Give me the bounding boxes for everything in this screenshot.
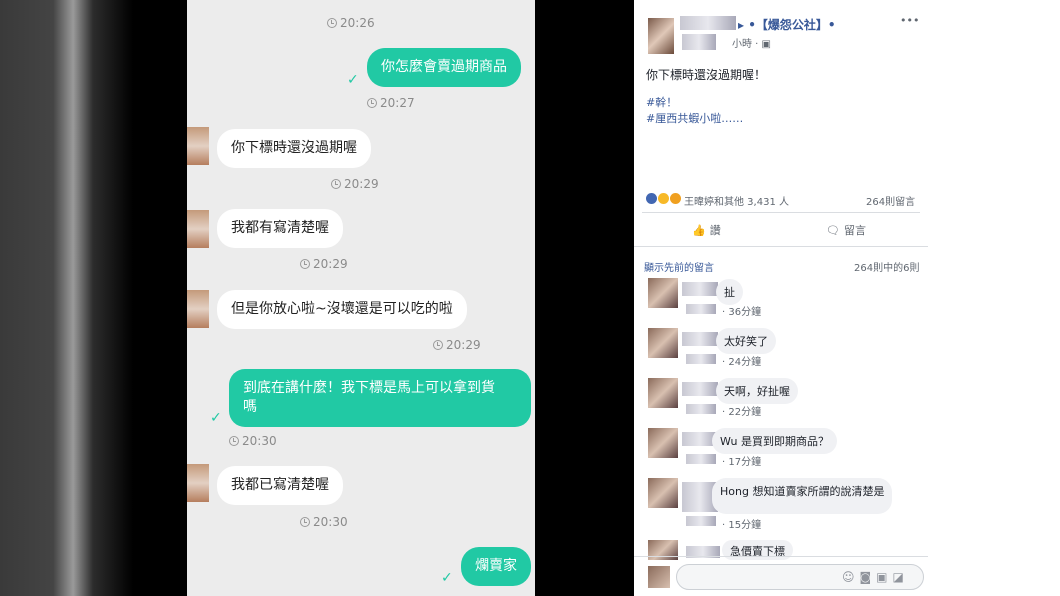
avatar — [187, 290, 209, 328]
clock-icon — [229, 436, 239, 446]
divider — [642, 212, 920, 213]
wow-reaction-icon — [670, 193, 681, 204]
timestamp: 20:30 — [229, 434, 277, 448]
emoji-icon[interactable]: ☺ — [842, 570, 855, 584]
comment-button[interactable]: 🗨 留言 — [826, 222, 866, 238]
blurred-name — [686, 454, 716, 464]
chat-screenshot: 20:26 你怎麼會賣過期商品 ✓ 20:27 你下標時還沒過期喔 20:29 … — [187, 0, 535, 596]
blurred-name — [686, 516, 716, 526]
clock-icon — [300, 517, 310, 527]
hashtag[interactable]: #厘西共蝦小啦…… — [646, 110, 743, 126]
incoming-message: 但是你放心啦~沒壞還是可以吃的啦 — [217, 290, 467, 329]
speech-bubble-icon: 🗨 — [826, 223, 840, 237]
poster-avatar — [648, 18, 674, 54]
avatar — [187, 127, 209, 165]
clock-icon — [327, 18, 337, 28]
post-text: 你下標時還沒過期喔！ — [646, 68, 767, 82]
blurred-background-left — [0, 0, 133, 596]
comment-time: · 22分鐘 — [722, 407, 762, 418]
reactions-summary[interactable]: 王暐婷和其他 3,431 人 — [684, 193, 789, 208]
commenter-avatar — [648, 328, 678, 358]
comment-input-icons: ☺ ◙ ▣ ◪ — [842, 570, 904, 584]
background-right — [928, 0, 1060, 596]
comment-time: · 36分鐘 — [722, 307, 762, 318]
timestamp: 20:27 — [367, 96, 415, 110]
clock-icon — [300, 259, 310, 269]
read-check-icon: ✓ — [210, 410, 222, 426]
blurred-name — [682, 282, 718, 296]
reaction-icons[interactable] — [646, 193, 681, 204]
gif-icon[interactable]: ▣ — [876, 570, 887, 584]
haha-reaction-icon — [658, 193, 669, 204]
post-meta: 小時 · ▣ — [732, 39, 771, 50]
read-check-icon: ✓ — [347, 72, 359, 88]
sticker-icon[interactable]: ◪ — [893, 570, 904, 584]
like-button[interactable]: 👍 讚 — [692, 222, 721, 238]
comment-time: · 24分鐘 — [722, 357, 762, 368]
avatar — [187, 210, 209, 248]
outgoing-message: 你怎麼會賣過期商品 — [367, 48, 521, 87]
camera-icon[interactable]: ◙ — [860, 570, 872, 584]
timestamp: 20:29 — [433, 338, 481, 352]
comments-count[interactable]: 264則留言 — [866, 193, 915, 208]
timestamp: 20:29 — [300, 257, 348, 271]
divider — [634, 246, 928, 247]
my-avatar — [648, 566, 670, 588]
incoming-message: 我都已寫清楚喔 — [217, 466, 343, 505]
comment-bubble: Wu 是買到即期商品？ — [712, 428, 837, 454]
avatar — [187, 464, 209, 502]
more-options-icon[interactable]: ••• — [900, 14, 919, 27]
comment-time: · 17分鐘 — [722, 457, 762, 468]
like-reaction-icon — [646, 193, 657, 204]
blurred-name — [686, 354, 716, 364]
comment-bubble: 太好笑了 — [716, 328, 776, 354]
black-divider — [535, 0, 634, 596]
clock-icon — [433, 340, 443, 350]
read-check-icon: ✓ — [441, 570, 453, 586]
divider — [634, 556, 928, 557]
thumbs-up-icon: 👍 — [692, 223, 706, 237]
blurred-name — [686, 404, 716, 414]
blurred-name — [682, 382, 718, 396]
blurred-name — [682, 332, 718, 346]
clock-icon — [331, 179, 341, 189]
view-previous-comments[interactable]: 顯示先前的留言 — [644, 259, 714, 274]
commenter-avatar — [648, 478, 678, 508]
comment-bubble: 扯 — [716, 279, 743, 305]
timestamp: 20:30 — [300, 515, 348, 529]
comment-bubble: Hong 想知道賣家所謂的說清楚是 — [712, 478, 893, 514]
commenter-avatar — [648, 278, 678, 308]
commenter-avatar — [648, 428, 678, 458]
outgoing-message: 爛賣家 — [461, 547, 531, 586]
blurred-name — [680, 16, 736, 30]
commenter-avatar — [648, 378, 678, 408]
outgoing-message: 到底在講什麼！我下標是馬上可以拿到貨嗎 — [229, 369, 531, 427]
comment-paging: 264則中的6則 — [854, 263, 920, 274]
group-link[interactable]: ▸ •【爆怨公社】• — [738, 16, 836, 33]
timestamp: 20:26 — [327, 16, 375, 30]
timestamp: 20:29 — [331, 177, 379, 191]
blurred-name — [686, 304, 716, 314]
commenter-avatar — [648, 540, 678, 560]
clock-icon — [367, 98, 377, 108]
hashtag[interactable]: #幹！ — [646, 94, 677, 110]
comment-time: · 15分鐘 — [722, 520, 762, 531]
comment-bubble: 天啊，好扯喔 — [716, 378, 798, 404]
comment-bubble: 急價賣下標 — [722, 540, 793, 560]
blurred-name — [682, 34, 716, 50]
facebook-post-screenshot: ▸ •【爆怨公社】• 小時 · ▣ ••• 你下標時還沒過期喔！ #幹！ #厘西… — [634, 0, 928, 596]
black-border-left — [133, 0, 187, 596]
incoming-message: 我都有寫清楚喔 — [217, 209, 343, 248]
incoming-message: 你下標時還沒過期喔 — [217, 129, 371, 168]
